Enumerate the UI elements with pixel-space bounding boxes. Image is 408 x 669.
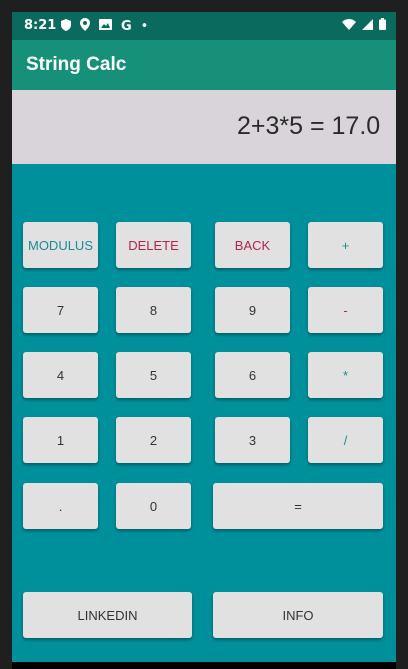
phone-screen: 8:21 G • String Calc 2+3*5 = 17.0 MODULU… bbox=[12, 12, 396, 669]
result-display: 2+3*5 = 17.0 bbox=[12, 90, 396, 164]
digit-9-button[interactable]: 9 bbox=[215, 287, 290, 333]
wifi-icon bbox=[342, 18, 356, 34]
linkedin-button[interactable]: LINKEDIN bbox=[23, 592, 192, 638]
divide-button[interactable]: / bbox=[308, 417, 383, 463]
navigation-bar bbox=[12, 662, 396, 669]
expression-result: 2+3*5 = 17.0 bbox=[237, 112, 381, 140]
decimal-point-button[interactable]: . bbox=[23, 483, 98, 529]
app-bar: String Calc bbox=[12, 40, 396, 90]
system-icons bbox=[342, 18, 386, 34]
digit-0-button[interactable]: 0 bbox=[116, 483, 191, 529]
digit-3-button[interactable]: 3 bbox=[215, 417, 290, 463]
equals-button[interactable]: = bbox=[213, 483, 383, 529]
minus-button[interactable]: - bbox=[308, 287, 383, 333]
multiply-button[interactable]: * bbox=[308, 352, 383, 398]
info-button[interactable]: INFO bbox=[213, 592, 383, 638]
digit-5-button[interactable]: 5 bbox=[116, 352, 191, 398]
gallery-icon bbox=[99, 19, 112, 34]
digit-4-button[interactable]: 4 bbox=[23, 352, 98, 398]
digit-2-button[interactable]: 2 bbox=[116, 417, 191, 463]
digit-1-button[interactable]: 1 bbox=[23, 417, 98, 463]
app-title: String Calc bbox=[26, 54, 127, 75]
battery-icon bbox=[379, 18, 386, 34]
plus-button[interactable]: + bbox=[308, 222, 383, 268]
digit-6-button[interactable]: 6 bbox=[215, 352, 290, 398]
shield-icon bbox=[61, 18, 71, 35]
google-icon: G bbox=[121, 19, 132, 34]
notification-icons: G • bbox=[61, 18, 148, 35]
location-pin-icon bbox=[80, 18, 90, 35]
delete-button[interactable]: DELETE bbox=[116, 222, 191, 268]
digit-8-button[interactable]: 8 bbox=[116, 287, 191, 333]
digit-7-button[interactable]: 7 bbox=[23, 287, 98, 333]
back-button[interactable]: BACK bbox=[215, 222, 290, 268]
modulus-button[interactable]: MODULUS bbox=[23, 222, 98, 268]
signal-icon bbox=[362, 18, 373, 34]
status-bar: 8:21 G • bbox=[12, 12, 396, 40]
status-time: 8:21 bbox=[24, 18, 57, 33]
notification-dot: • bbox=[140, 19, 149, 34]
